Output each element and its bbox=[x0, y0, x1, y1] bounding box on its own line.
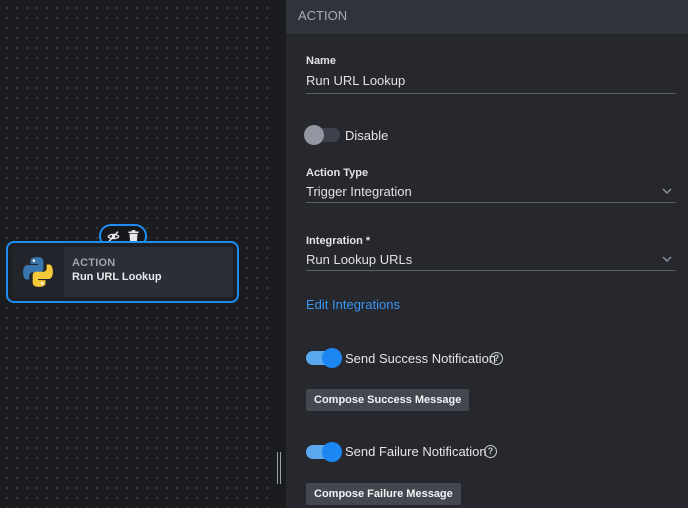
node-name-label: Run URL Lookup bbox=[72, 271, 162, 283]
success-notification-label: Send Success Notification bbox=[345, 351, 497, 366]
panel-splitter[interactable] bbox=[272, 0, 286, 508]
action-type-underline bbox=[306, 202, 676, 203]
panel-header: ACTION bbox=[286, 0, 688, 35]
action-node[interactable]: ACTION Run URL Lookup bbox=[6, 241, 239, 303]
workflow-canvas[interactable]: ACTION Run URL Lookup bbox=[0, 0, 272, 508]
chevron-down-icon[interactable] bbox=[662, 186, 672, 196]
compose-success-button[interactable]: Compose Success Message bbox=[306, 389, 470, 411]
success-notification-toggle[interactable] bbox=[306, 348, 342, 368]
help-icon[interactable]: ? bbox=[490, 352, 503, 365]
disable-toggle[interactable] bbox=[304, 125, 340, 145]
integration-select[interactable]: Run Lookup URLs bbox=[306, 252, 412, 267]
edit-integrations-link[interactable]: Edit Integrations bbox=[306, 297, 400, 312]
splitter-grip-icon[interactable] bbox=[277, 452, 281, 484]
integration-underline bbox=[306, 270, 676, 271]
name-input[interactable]: Run URL Lookup bbox=[306, 73, 405, 88]
action-type-label: Action Type bbox=[306, 167, 369, 179]
properties-panel: ACTION Name Run URL Lookup Disable Actio… bbox=[286, 0, 688, 508]
help-icon[interactable]: ? bbox=[484, 445, 497, 458]
integration-label: Integration * bbox=[306, 235, 371, 247]
name-underline bbox=[306, 93, 676, 94]
name-label: Name bbox=[306, 55, 336, 67]
failure-notification-toggle[interactable] bbox=[306, 442, 342, 462]
disable-label: Disable bbox=[345, 128, 389, 143]
compose-failure-button[interactable]: Compose Failure Message bbox=[306, 483, 461, 505]
python-icon bbox=[12, 247, 64, 297]
node-type-label: ACTION bbox=[72, 257, 116, 269]
failure-notification-label: Send Failure Notification bbox=[345, 444, 487, 459]
action-type-select[interactable]: Trigger Integration bbox=[306, 184, 412, 199]
chevron-down-icon[interactable] bbox=[662, 254, 672, 264]
